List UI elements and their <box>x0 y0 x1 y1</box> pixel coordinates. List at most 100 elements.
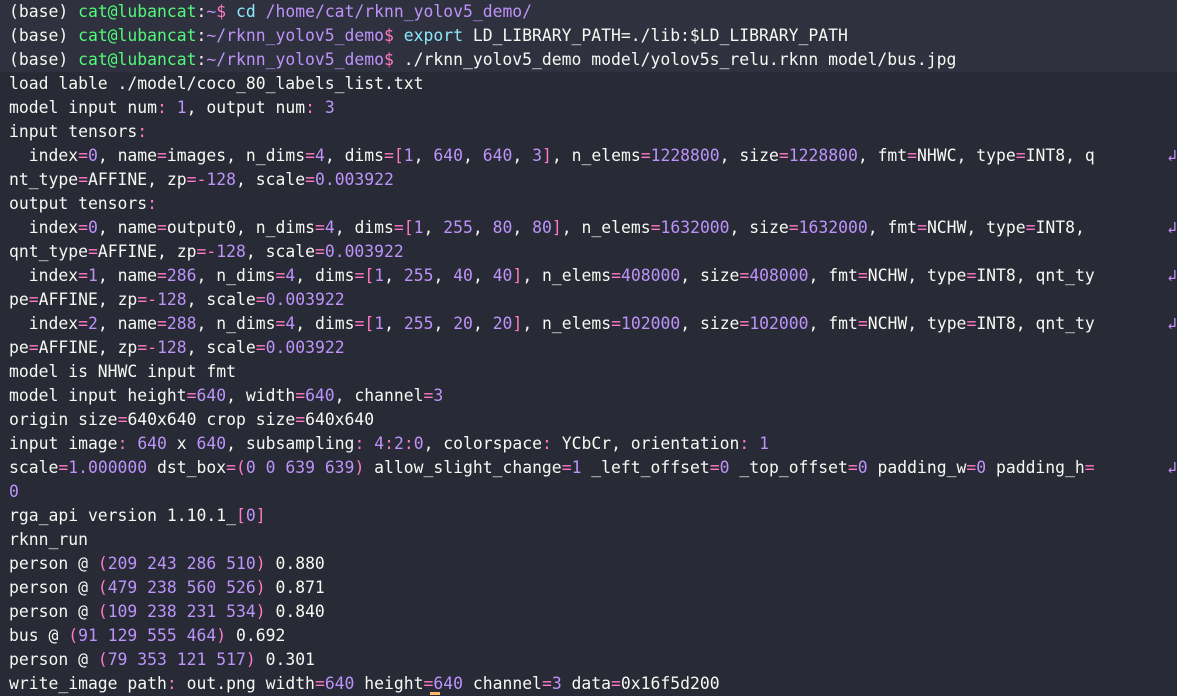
text-span: 128 <box>157 290 187 309</box>
text-span: export <box>403 26 473 45</box>
text-span: 1632000 <box>798 218 868 237</box>
output-line: bus @ (91 129 555 464) 0.692 <box>9 624 1177 648</box>
text-span: INT8, <box>1035 218 1095 237</box>
text-span: NCHW, type <box>867 314 967 333</box>
text-span: 0 <box>857 458 868 477</box>
text-span: = <box>78 146 88 165</box>
text-span: model input num <box>9 98 158 117</box>
text-span: 79 353 121 517 <box>107 650 246 669</box>
text-span: = <box>917 218 927 237</box>
text-span: 2 <box>393 434 404 453</box>
text-span: 0.003922 <box>314 170 394 189</box>
text-span: = <box>640 146 651 165</box>
text-span: allow_slight_change <box>364 458 562 477</box>
text-span: nt_type <box>9 170 79 189</box>
text-span: , <box>472 314 493 333</box>
text-span: pe <box>9 338 29 357</box>
text-span: , dims <box>295 266 355 285</box>
output-line: load lable ./model/coco_80_labels_list.t… <box>9 72 1177 96</box>
text-span: 4 <box>285 314 296 333</box>
text-span: : <box>196 2 207 21</box>
text-span: = <box>117 410 128 429</box>
text-span: = <box>186 386 197 405</box>
text-span: ( <box>68 626 79 645</box>
text-span: _top_offset <box>729 458 848 477</box>
text-span: = <box>857 314 868 333</box>
text-span: 80 <box>492 218 513 237</box>
text-span: 0 <box>9 482 19 501</box>
text-span: = <box>28 290 39 309</box>
text-span: rknn_run <box>9 530 88 549</box>
text-span: ( <box>97 578 108 597</box>
output-line: qnt_type=AFFINE, zp=-128, scale=0.003922 <box>9 240 1177 264</box>
text-span: = <box>611 266 621 285</box>
text-span: write_image path <box>9 674 167 693</box>
text-span: = <box>966 314 977 333</box>
text-span: padding_h <box>986 458 1085 477</box>
text-span: $ <box>216 2 236 21</box>
text-span: , name <box>97 266 158 285</box>
text-span: , fmt <box>808 314 858 333</box>
text-span: ] <box>512 266 523 285</box>
text-span: qnt_type <box>9 242 88 261</box>
terminal-window[interactable]: (base) cat@lubancat:~$ cd /home/cat/rknn… <box>0 0 1177 696</box>
text-span: = <box>295 410 306 429</box>
text-span: , <box>413 146 434 165</box>
text-span: dst_box <box>147 458 227 477</box>
text-span: =( <box>226 458 246 477</box>
output-line: person @ (109 238 231 534) 0.840 <box>9 600 1177 624</box>
text-span: AFFINE, zp <box>87 170 187 189</box>
text-span: 640x640 crop size <box>127 410 296 429</box>
text-span: , fmt <box>867 218 918 237</box>
text-span: output tensors <box>9 194 148 213</box>
text-span: ) <box>255 554 266 573</box>
text-span: = <box>778 146 789 165</box>
text-span: pe <box>9 290 29 309</box>
text-span: = <box>314 242 325 261</box>
text-span: INT8, qnt_ty <box>976 266 1095 285</box>
text-span: person @ <box>9 602 98 621</box>
text-span: : <box>137 122 148 141</box>
text-span: , scale <box>236 170 306 189</box>
text-span: [ <box>235 506 246 525</box>
text-span: 640x640 <box>305 410 375 429</box>
text-span: , name <box>97 146 158 165</box>
text-cursor <box>430 692 440 695</box>
text-span: , dims <box>295 314 355 333</box>
text-span: = <box>541 674 552 693</box>
text-span: = <box>1084 458 1095 477</box>
text-span: images, n_dims <box>166 146 306 165</box>
text-span: = <box>1015 146 1026 165</box>
text-span: 4 <box>324 218 335 237</box>
text-span: (base) <box>9 50 79 69</box>
text-span: 0 <box>87 218 98 237</box>
text-span: cat@lubancat <box>78 2 197 21</box>
text-span: 640 <box>196 434 227 453</box>
text-span: AFFINE, zp <box>97 242 197 261</box>
text-span: = <box>78 218 88 237</box>
text-span: scale <box>9 458 59 477</box>
text-span: , dims <box>334 218 394 237</box>
text-span: 1 <box>176 98 187 117</box>
text-span: , n_elems <box>561 218 651 237</box>
text-span: = <box>966 266 977 285</box>
text-span: : <box>166 674 187 693</box>
text-span: , <box>512 218 533 237</box>
text-span: 80 <box>532 218 552 237</box>
text-span: , n_elems <box>551 146 641 165</box>
text-span: (base) <box>9 2 79 21</box>
text-span: model input height <box>9 386 187 405</box>
text-span: 0.003922 <box>324 242 404 261</box>
prompt-line: (base) cat@lubancat:~$ cd /home/cat/rknn… <box>0 0 1177 24</box>
text-span: , dims <box>324 146 385 165</box>
text-span: 640 <box>324 674 355 693</box>
text-span: cat@lubancat <box>78 26 197 45</box>
text-span: 128 <box>157 338 187 357</box>
text-span: , <box>384 314 404 333</box>
output-line: person @ (209 243 286 510) 0.880 <box>9 552 1177 576</box>
text-span: = <box>275 266 286 285</box>
text-span: : <box>117 434 138 453</box>
text-span: = <box>857 266 868 285</box>
text-span: : <box>196 26 207 45</box>
text-span: , <box>433 266 454 285</box>
